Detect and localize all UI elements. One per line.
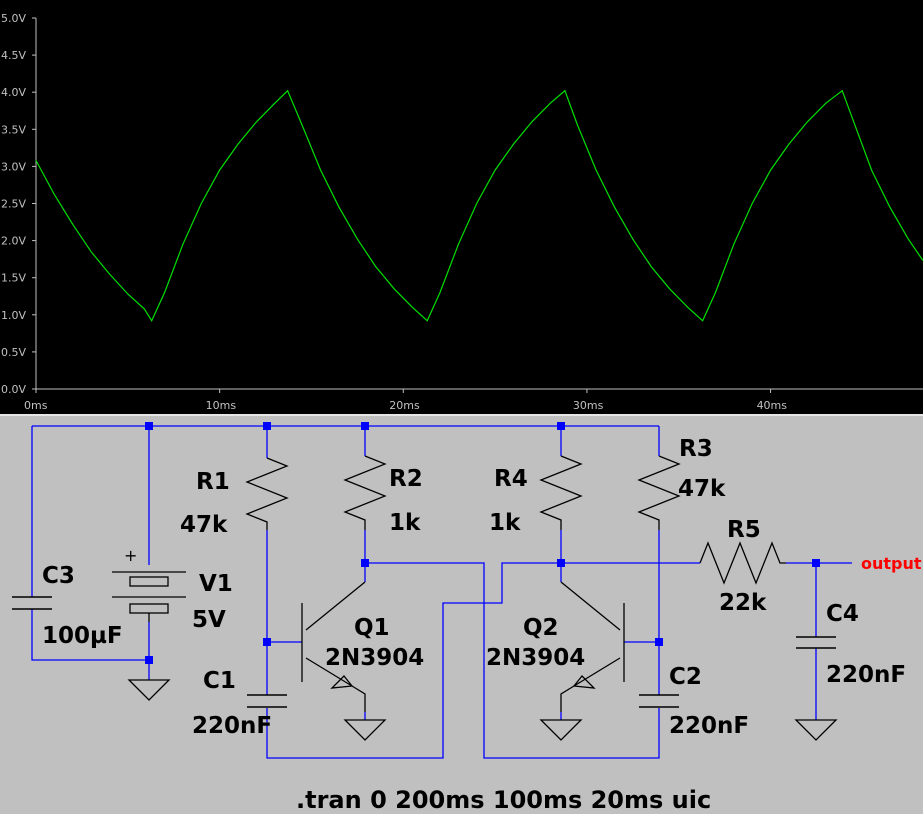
y-tick-label: 4.5V [1,49,26,62]
r1-name-label: R1 [196,469,230,495]
y-tick-label: 2.5V [1,198,26,211]
junction-dots [145,422,820,664]
x-axis-ticks: 0ms 10ms 20ms 30ms 40ms [24,389,787,412]
r5-symbol [699,541,786,585]
q1-name-label: Q1 [354,615,390,641]
y-tick-label: 0.0V [1,383,26,396]
r5-name-label: R5 [727,517,761,543]
q2-model-label: 2N3904 [486,645,585,671]
r3-value-label: 47k [678,476,726,502]
c2-name-label: C2 [669,664,702,690]
y-tick-label: 1.0V [1,309,26,322]
v1-ground [127,679,171,701]
y-tick-label: 0.5V [1,346,26,359]
y-tick-label: 4.0V [1,86,26,99]
v1-name-label: V1 [199,571,233,597]
r1-symbol [245,457,289,530]
schematic-pane[interactable]: R1 47k R2 1k R4 1k R3 47k R5 22k Q1 2N39… [0,414,923,814]
voltage-trace [35,89,923,322]
c2-symbol [639,694,679,708]
r4-value-label: 1k [489,510,521,536]
v1-battery-symbol [112,571,186,622]
x-tick-label: 20ms [389,399,420,412]
c1-name-label: C1 [203,668,236,694]
y-tick-label: 3.0V [1,160,26,173]
r4-name-label: R4 [494,466,528,492]
q2-ground [539,719,583,741]
q1-model-label: 2N3904 [325,645,424,671]
waveform-plot-pane[interactable]: 5.0V 4.5V 4.0V 3.5V 3.0V 2.5V 2.0V 1.5V 1.0V 0.5V… [0,0,923,414]
c1-value-label: 220nF [192,713,272,739]
q2-name-label: Q2 [523,615,559,641]
spice-directive[interactable]: .tran 0 200ms 100ms 20ms uic [296,786,711,814]
astable-multivibrator-schematic[interactable]: R1 47k R2 1k R4 1k R3 47k R5 22k Q1 2N39… [0,414,923,814]
x-tick-label: 30ms [573,399,604,412]
r2-symbol [343,455,387,530]
c3-symbol [12,596,52,610]
x-tick-label: 0ms [24,399,48,412]
x-tick-label: 10ms [206,399,237,412]
y-tick-label: 1.5V [1,272,26,285]
c4-value-label: 220nF [826,662,906,688]
output-net-label: output [861,554,922,573]
v1-value-label: 5V [192,607,226,633]
y-tick-label: 5.0V [1,12,26,25]
y-axis-ticks: 5.0V 4.5V 4.0V 3.5V 3.0V 2.5V 2.0V 1.5V 1.0V 0.5V… [1,12,36,396]
r5-value-label: 22k [719,590,767,616]
c4-ground [794,719,838,741]
waveform-plot[interactable]: 5.0V 4.5V 4.0V 3.5V 3.0V 2.5V 2.0V 1.5V 1.0V 0.5V… [0,0,923,414]
y-tick-label: 2.0V [1,235,26,248]
y-tick-label: 3.5V [1,123,26,136]
c2-value-label: 220nF [669,713,749,739]
r4-symbol [539,455,583,530]
c1-symbol [247,694,287,708]
x-tick-label: 40ms [757,399,788,412]
r1-value-label: 47k [180,512,228,538]
r3-symbol [637,455,681,530]
c4-name-label: C4 [826,601,859,627]
q1-ground [343,719,387,741]
r2-value-label: 1k [389,510,421,536]
v1-plus-marker: + [124,546,137,565]
c4-symbol [796,636,836,649]
c3-value-label: 100µF [42,623,123,649]
c3-name-label: C3 [42,563,75,589]
r3-name-label: R3 [679,436,713,462]
r2-name-label: R2 [389,466,423,492]
